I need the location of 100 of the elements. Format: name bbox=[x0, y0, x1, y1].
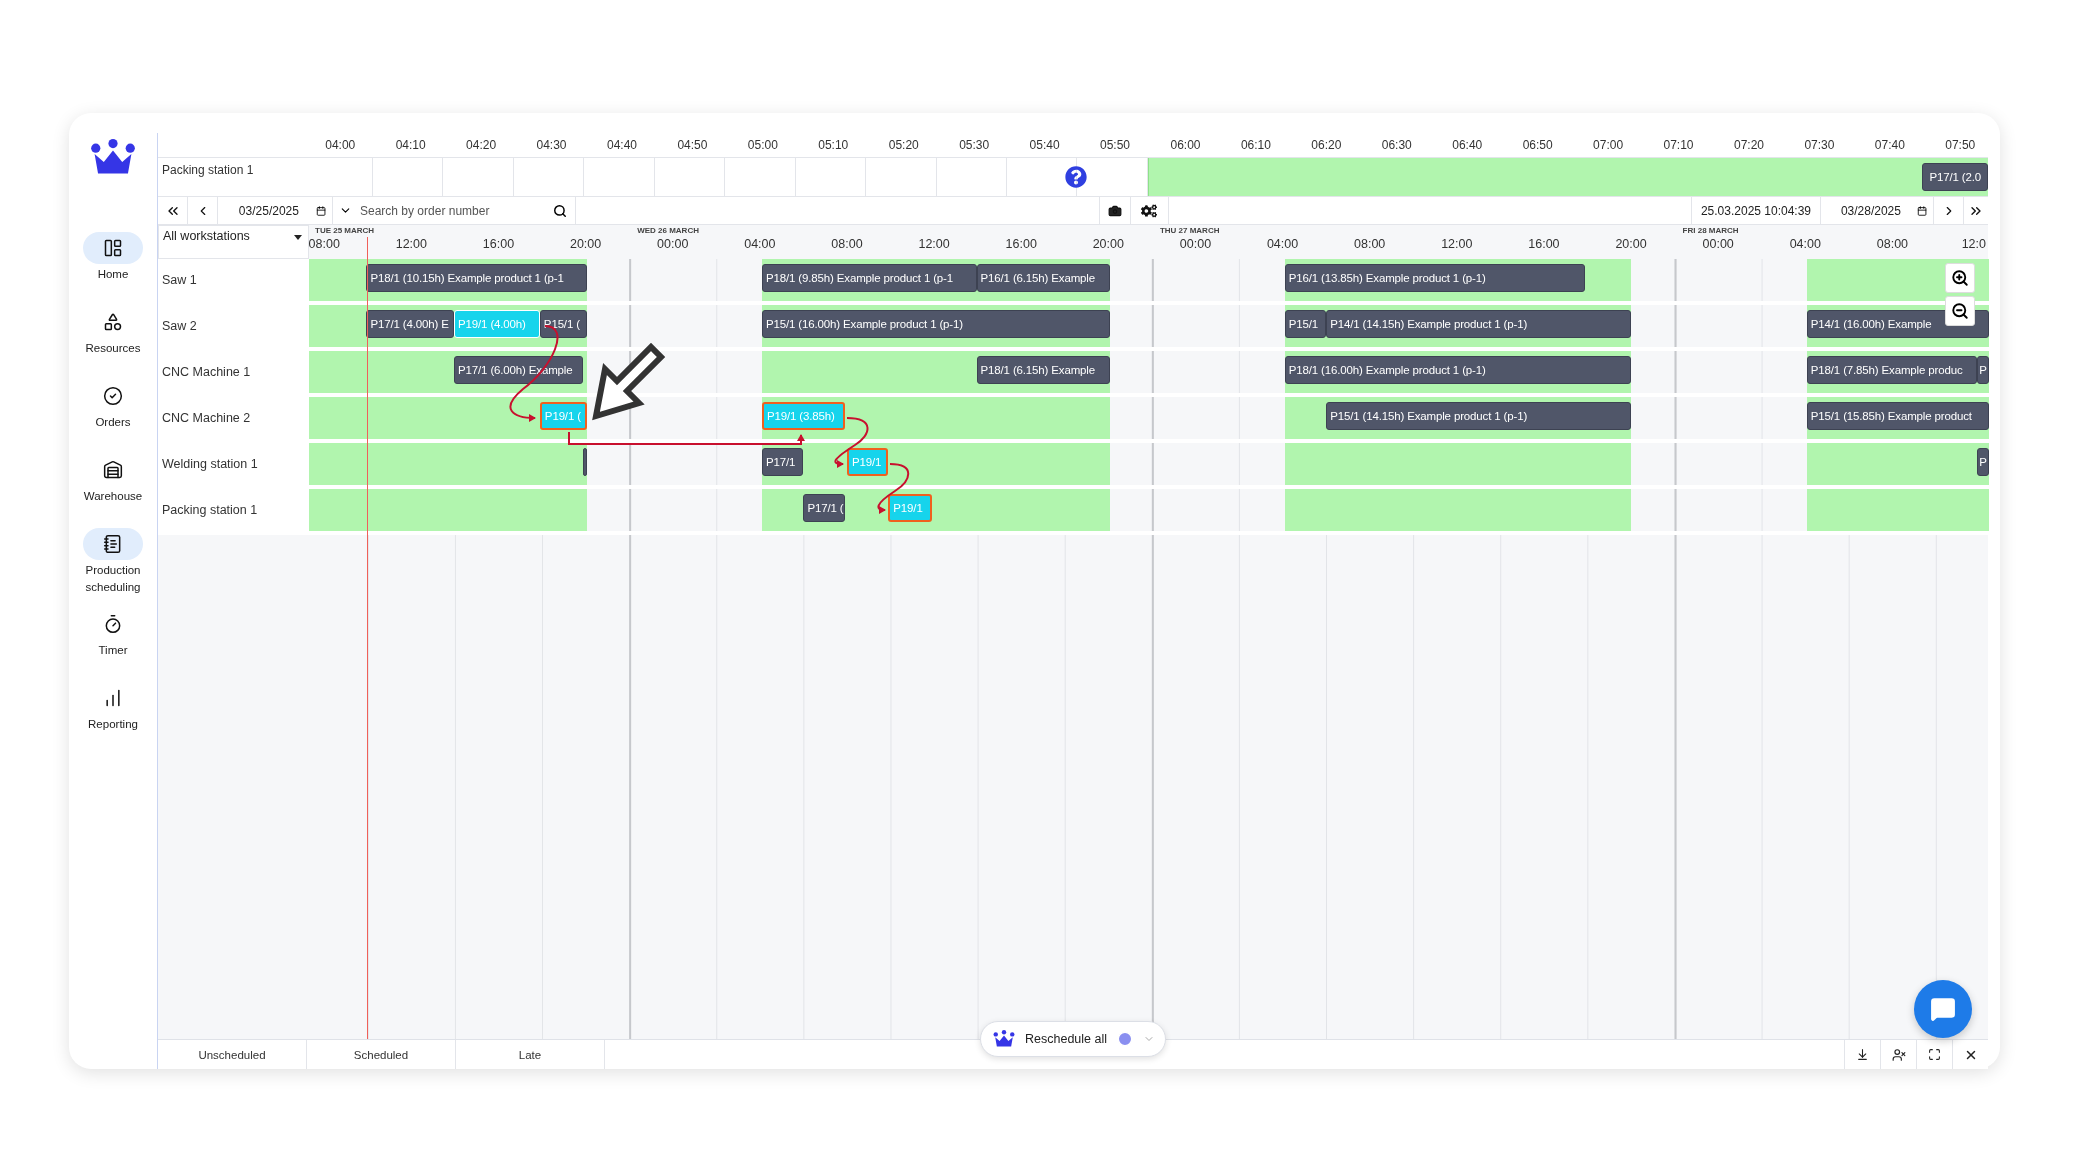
time-tick: 04:00 bbox=[324, 137, 357, 154]
time-tick: 06:10 bbox=[1239, 137, 1272, 154]
camera-button[interactable] bbox=[1098, 197, 1131, 224]
sidebar-item[interactable]: Orders bbox=[69, 379, 157, 442]
reschedule-button[interactable]: Reschedule all bbox=[980, 1021, 1166, 1057]
workstation-label: Saw 1 bbox=[158, 259, 309, 305]
day-label: THU 27 MARCH bbox=[1159, 226, 1220, 235]
hour-label: 20:00 bbox=[1615, 237, 1647, 251]
current-time: 25.03.2025 10:04:39 bbox=[1691, 197, 1821, 224]
task-bar[interactable]: P14/1 (16.00h) Example bbox=[1806, 310, 1990, 338]
zoom-out-icon bbox=[1951, 302, 1969, 320]
time-tick: 07:30 bbox=[1803, 137, 1836, 154]
time-tick: 05:20 bbox=[887, 137, 920, 154]
hour-label: 16:00 bbox=[482, 237, 515, 251]
row-label: Packing station 1 bbox=[158, 158, 373, 196]
time-tick: 04:10 bbox=[394, 137, 427, 154]
fullscreen-icon bbox=[1928, 1048, 1941, 1061]
sidebar-item[interactable]: Reporting bbox=[69, 681, 157, 744]
task-bar[interactable]: P17/1 (4.00h) E bbox=[366, 310, 455, 338]
time-tick: 07:50 bbox=[1944, 137, 1977, 154]
layout-icon bbox=[103, 237, 123, 258]
crown-icon bbox=[993, 1030, 1015, 1048]
sidebar-item[interactable]: Resources bbox=[69, 305, 157, 368]
user-icon bbox=[1891, 1047, 1906, 1062]
sidebar-item[interactable]: Production scheduling bbox=[69, 527, 157, 596]
sidebar-item[interactable]: Warehouse bbox=[69, 453, 157, 516]
sidebar-label: Production scheduling bbox=[84, 562, 142, 595]
time-tick: 06:00 bbox=[1169, 137, 1202, 154]
time-tick: 05:10 bbox=[817, 137, 850, 154]
task-bar[interactable]: P18/1 (10.15h) Example product 1 (p-1 bbox=[366, 264, 587, 292]
zoom-in-icon bbox=[1951, 269, 1969, 287]
task-bar[interactable]: P15/1 (16.00h) Example product 1 (p-1) bbox=[762, 310, 1111, 338]
time-tick: 04:40 bbox=[605, 137, 638, 154]
task-bar[interactable]: P18/1 (7.85h) Example produc bbox=[1806, 356, 1978, 384]
help-icon[interactable] bbox=[1065, 166, 1088, 188]
task-bar[interactable]: P17/1 bbox=[762, 448, 804, 476]
task-bar[interactable]: P16/1 (6.15h) Example bbox=[976, 264, 1111, 292]
task-bar[interactable]: P18/1 (6.15h) Example bbox=[976, 356, 1111, 384]
task-bar[interactable]: P bbox=[1977, 448, 1990, 476]
shapes-icon bbox=[103, 311, 123, 332]
warehouse-icon bbox=[103, 459, 123, 480]
search-field[interactable]: Search by order number bbox=[358, 202, 547, 219]
hour-label: 08:00 bbox=[1354, 237, 1386, 251]
start-date-field[interactable]: 03/25/2025 bbox=[226, 202, 312, 219]
sidebar-item[interactable]: Home bbox=[69, 231, 157, 294]
hour-label: 12:0 bbox=[1961, 237, 1986, 251]
sidebar-label: Orders bbox=[95, 414, 131, 430]
hour-label: 00:00 bbox=[1179, 237, 1212, 251]
task-bar[interactable]: P bbox=[1977, 356, 1990, 384]
stopwatch-icon bbox=[103, 613, 123, 634]
hour-label: 16:00 bbox=[1528, 237, 1560, 251]
task-bar[interactable] bbox=[583, 448, 588, 476]
sidebar-label: Warehouse bbox=[83, 488, 143, 504]
sidebar-label: Resources bbox=[85, 340, 141, 356]
sidebar-label: Home bbox=[97, 266, 129, 282]
camera-icon bbox=[1107, 203, 1122, 218]
time-tick: 06:40 bbox=[1451, 137, 1484, 154]
hour-label: 12:00 bbox=[918, 237, 950, 251]
hour-label: 12:00 bbox=[1441, 237, 1473, 251]
sidebar-item[interactable]: Timer bbox=[69, 607, 157, 670]
task-bar[interactable]: P15/1 bbox=[1284, 310, 1327, 338]
end-date-field[interactable]: 03/28/2025 bbox=[1829, 202, 1913, 219]
hour-label: 20:00 bbox=[569, 237, 602, 251]
hour-label: 00:00 bbox=[657, 237, 689, 251]
zoom-in-button[interactable] bbox=[1945, 263, 1975, 293]
task-bar[interactable]: P18/1 (16.00h) Example product 1 (p-1) bbox=[1284, 356, 1632, 384]
time-tick: 04:30 bbox=[535, 137, 568, 154]
task-bar[interactable]: P15/1 ( bbox=[539, 310, 587, 338]
sidebar-label: Reporting bbox=[88, 716, 138, 732]
hour-label: 04:00 bbox=[1266, 237, 1299, 251]
workstation-label: Packing station 1 bbox=[158, 489, 309, 535]
caret-icon bbox=[294, 235, 302, 241]
calendar-icon bbox=[315, 204, 326, 217]
calendar-icon bbox=[1916, 204, 1927, 217]
bar-chart-icon bbox=[103, 687, 123, 708]
download-icon bbox=[1856, 1048, 1869, 1061]
time-tick: 05:40 bbox=[1028, 137, 1061, 154]
task-bar[interactable]: P17/1 ( bbox=[803, 494, 845, 522]
time-tick: 06:50 bbox=[1521, 137, 1554, 154]
workstation-label: Welding station 1 bbox=[158, 443, 309, 489]
task-bar[interactable]: P15/1 (15.85h) Example product bbox=[1806, 402, 1990, 430]
workstation-select[interactable]: All workstations bbox=[158, 225, 309, 259]
time-tick: 07:20 bbox=[1732, 137, 1765, 154]
task-bar[interactable]: P16/1 (13.85h) Example product 1 (p-1) bbox=[1284, 264, 1586, 292]
task-bar[interactable]: P15/1 (14.15h) Example product 1 (p-1) bbox=[1326, 402, 1632, 430]
day-label: FRI 28 MARCH bbox=[1682, 226, 1739, 235]
zoom-out-button[interactable] bbox=[1945, 296, 1975, 326]
hour-label: 08:00 bbox=[308, 237, 340, 251]
workstation-label: CNC Machine 1 bbox=[158, 351, 309, 397]
hour-label: 08:00 bbox=[831, 237, 863, 251]
hour-label: 16:00 bbox=[1005, 237, 1037, 251]
time-tick: 05:30 bbox=[958, 137, 991, 154]
time-tick: 05:00 bbox=[746, 137, 779, 154]
time-tick: 05:50 bbox=[1099, 137, 1132, 154]
time-tick: 04:50 bbox=[676, 137, 709, 154]
task-bar[interactable]: P17/1 (2.0 bbox=[1922, 163, 1988, 191]
task-bar[interactable]: P14/1 (14.15h) Example product 1 (p-1) bbox=[1326, 310, 1632, 338]
hour-label: 20:00 bbox=[1092, 237, 1124, 251]
chat-icon bbox=[1930, 996, 1956, 1022]
task-bar[interactable]: P18/1 (9.85h) Example product 1 (p-1 bbox=[762, 264, 977, 292]
